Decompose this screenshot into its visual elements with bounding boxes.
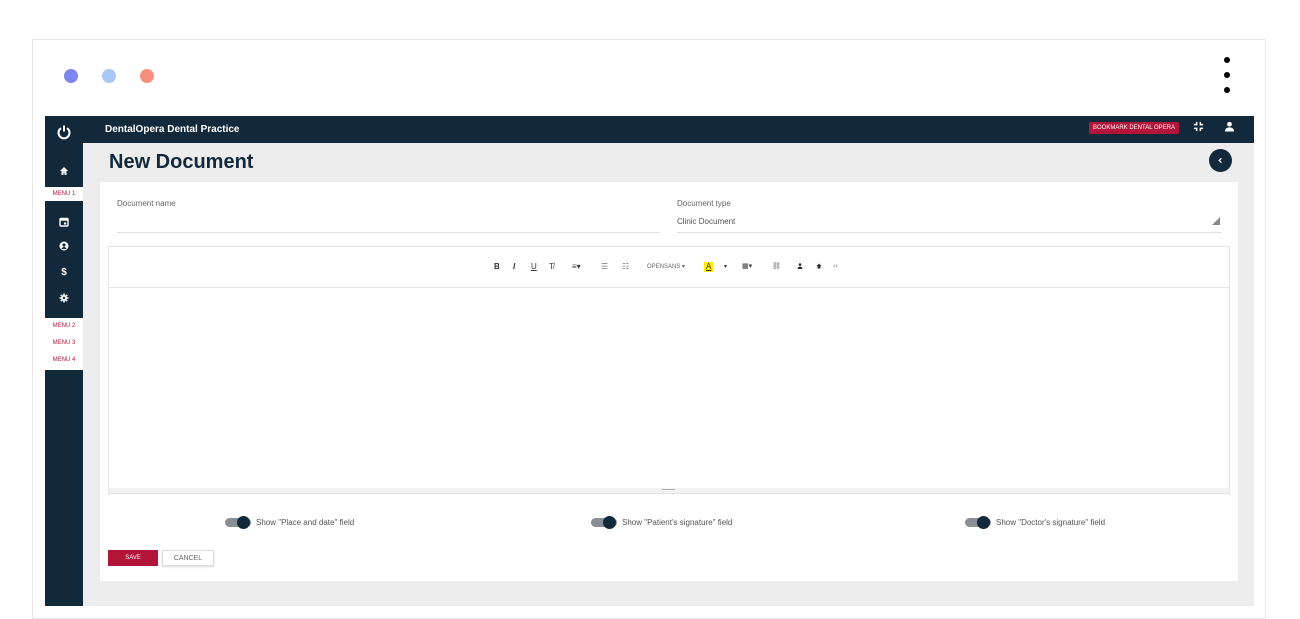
toggle-place-date[interactable] — [225, 516, 251, 529]
window-dot-blue[interactable] — [64, 69, 78, 83]
sidebar-item-menu1[interactable]: MENU 1 — [45, 191, 83, 197]
document-type-select[interactable]: Clinic Document — [677, 217, 735, 226]
document-name-input[interactable] — [117, 214, 660, 228]
home-button[interactable] — [816, 262, 822, 272]
user-circle-icon[interactable] — [45, 241, 83, 254]
toggle-patient-signature-label: Show "Patient's signature" field — [622, 518, 733, 527]
more-options-icon[interactable] — [1224, 57, 1230, 93]
align-button[interactable]: ≡▾ — [572, 262, 581, 272]
calendar-icon[interactable] — [45, 217, 83, 230]
toggle-doctor-signature-label: Show "Doctor's signature" field — [996, 518, 1106, 527]
document-name-underline — [117, 232, 660, 233]
person-button[interactable] — [797, 262, 803, 272]
home-icon[interactable] — [45, 166, 83, 179]
highlight-button[interactable]: A — [704, 262, 714, 272]
resize-handle[interactable] — [662, 489, 675, 490]
sidebar-item-menu3[interactable]: MENU 3 — [45, 340, 83, 346]
ordered-list-button[interactable]: ☷ — [622, 262, 629, 272]
gear-icon[interactable] — [45, 293, 83, 306]
table-button[interactable]: ▦▾ — [742, 262, 752, 272]
document-type-label: Document type — [677, 199, 731, 208]
collapse-button[interactable] — [1209, 149, 1232, 172]
underline-button[interactable]: U — [531, 262, 537, 272]
italic-button[interactable]: I — [513, 262, 515, 272]
unordered-list-button[interactable]: ☰ — [601, 262, 608, 272]
top-bar: DentalOpera Dental Practice BOOKMARK DEN… — [45, 116, 1254, 143]
font-select[interactable]: OPENSANS ▾ — [647, 262, 685, 272]
app-title: DentalOpera Dental Practice — [105, 124, 240, 135]
document-name-label: Document name — [117, 199, 176, 208]
cancel-button[interactable]: CANCEL — [162, 550, 214, 566]
toggle-patient-signature[interactable] — [591, 516, 617, 529]
toggle-place-date-label: Show "Place and date" field — [256, 518, 355, 527]
dropdown-arrow-icon[interactable] — [1212, 217, 1220, 225]
clear-format-button[interactable]: T̸ — [549, 262, 554, 272]
page-title: New Document — [109, 151, 254, 173]
save-button[interactable]: SAVE — [108, 550, 158, 566]
document-type-underline — [677, 232, 1222, 233]
compress-icon[interactable] — [1191, 121, 1205, 135]
window-dot-orange[interactable] — [140, 69, 154, 83]
code-button[interactable]: ‹› — [833, 262, 838, 272]
toggle-doctor-signature[interactable] — [965, 516, 991, 529]
dollar-icon[interactable]: $ — [45, 267, 83, 278]
power-icon[interactable] — [45, 124, 83, 143]
bookmark-button[interactable]: BOOKMARK DENTAL OPERA — [1089, 122, 1180, 134]
sidebar-item-menu4[interactable]: MENU 4 — [45, 357, 83, 363]
highlight-caret-icon[interactable]: ▾ — [724, 262, 727, 272]
window-controls — [64, 69, 154, 83]
bold-button[interactable]: B — [494, 262, 500, 272]
sidebar-item-menu2[interactable]: MENU 2 — [45, 323, 83, 329]
user-icon[interactable] — [1222, 121, 1236, 135]
link-button[interactable]: ⛓ — [772, 262, 781, 272]
window-dot-lightblue[interactable] — [102, 69, 116, 83]
